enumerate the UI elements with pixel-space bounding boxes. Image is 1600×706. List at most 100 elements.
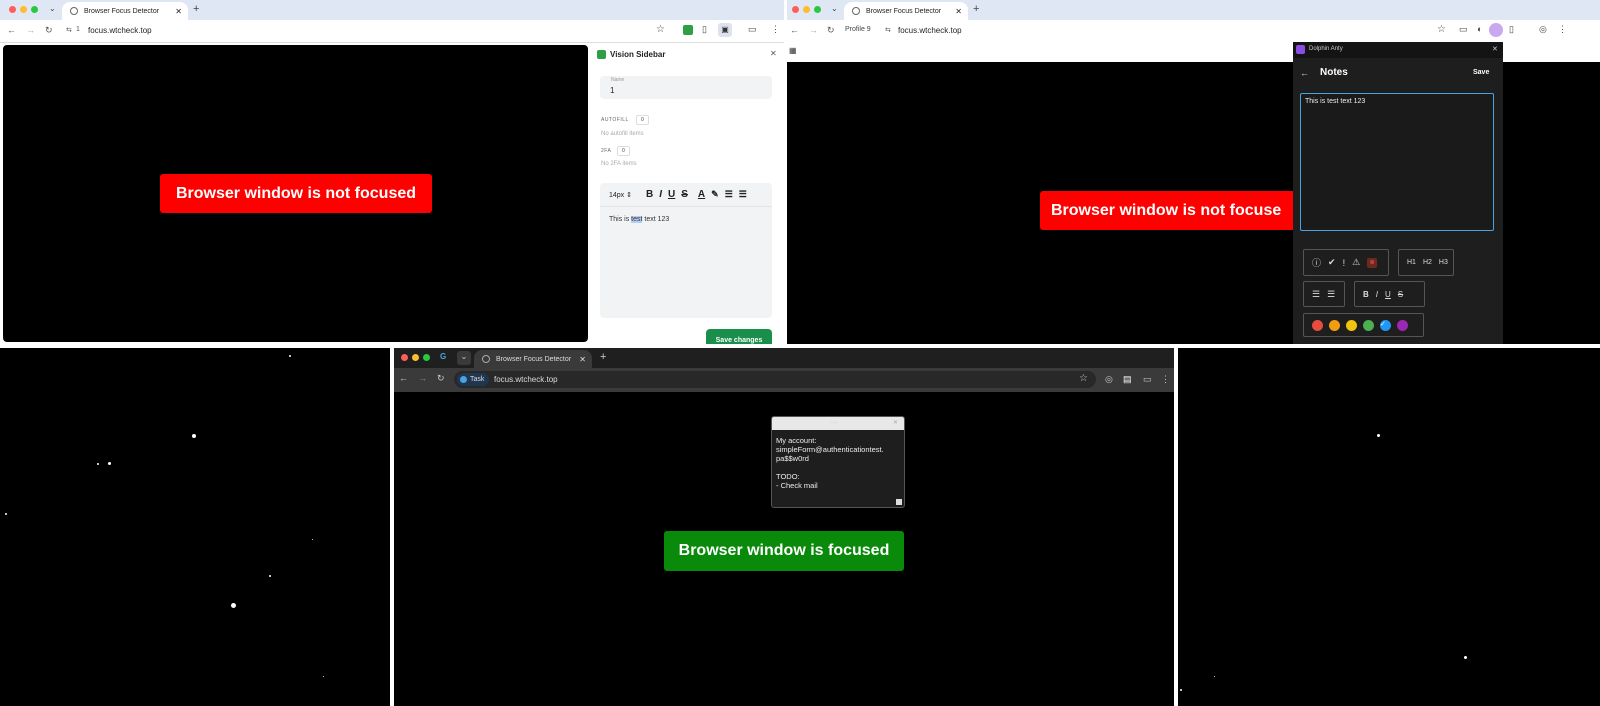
- profile-g-icon[interactable]: G: [440, 352, 446, 361]
- bookmark-star-icon[interactable]: ☆: [1437, 24, 1446, 35]
- ordered-list-icon[interactable]: ☰: [725, 189, 733, 200]
- new-tab-icon[interactable]: +: [193, 3, 199, 15]
- close-window-icon[interactable]: [9, 6, 16, 13]
- check-icon[interactable]: ✔: [1328, 257, 1336, 268]
- bold-icon[interactable]: B: [646, 189, 653, 200]
- heading-2-button[interactable]: H2: [1423, 259, 1432, 266]
- menu-dots-icon[interactable]: ⋮: [1161, 374, 1170, 385]
- apps-grid-icon[interactable]: ▦: [789, 46, 797, 55]
- reload-icon[interactable]: ↻: [45, 25, 53, 36]
- tab-browser-focus-detector[interactable]: Browser Focus Detector ✕: [844, 2, 968, 20]
- tab-browser-focus-detector[interactable]: Browser Focus Detector ✕: [474, 350, 592, 368]
- notes-text: This is test text 123: [1305, 98, 1366, 105]
- dolphin-extension-icon[interactable]: [1489, 23, 1503, 37]
- color-purple-swatch[interactable]: [1397, 319, 1408, 331]
- close-tab-icon[interactable]: ✕: [175, 7, 182, 16]
- autofill-count-badge: 0: [636, 115, 649, 125]
- tab-search-chevron-icon[interactable]: ⌄: [49, 4, 56, 13]
- sidebar-toggle-icon[interactable]: ▣: [718, 23, 732, 37]
- notes-textarea[interactable]: This is test text 123: [1300, 93, 1494, 231]
- note-body[interactable]: My account: simpleForm@authenticationtes…: [776, 436, 884, 490]
- notes-extension-icon[interactable]: ▤: [1123, 374, 1132, 385]
- minimize-window-icon[interactable]: [803, 6, 810, 13]
- error-icon[interactable]: ⊗: [1367, 257, 1378, 268]
- italic-icon[interactable]: I: [659, 189, 662, 200]
- editor-content[interactable]: This is test text 123: [609, 216, 669, 223]
- site-info-icon[interactable]: ⇆: [885, 26, 891, 34]
- forward-arrow-icon[interactable]: →: [809, 25, 818, 35]
- close-tab-icon[interactable]: ✕: [579, 355, 586, 364]
- color-red-swatch[interactable]: [1312, 319, 1323, 331]
- color-green-swatch[interactable]: [1363, 319, 1374, 331]
- bullet-list-icon[interactable]: ☰: [739, 189, 747, 200]
- color-yellow-swatch[interactable]: [1346, 319, 1357, 331]
- account-icon[interactable]: ◎: [1539, 24, 1547, 35]
- back-arrow-icon[interactable]: ←: [1300, 68, 1309, 78]
- camera-icon[interactable]: ▭: [748, 24, 757, 35]
- highlight-icon[interactable]: ✎: [711, 189, 719, 200]
- camera-icon[interactable]: ▭: [1459, 24, 1468, 35]
- bookmark-star-icon[interactable]: ☆: [1079, 373, 1088, 384]
- ordered-list-icon[interactable]: ☰: [1327, 289, 1335, 300]
- close-window-icon[interactable]: [792, 6, 799, 13]
- task-chip[interactable]: Task: [457, 373, 490, 386]
- back-arrow-icon[interactable]: ←: [399, 373, 408, 383]
- text-color-icon[interactable]: A: [698, 189, 705, 200]
- name-field[interactable]: Name 1: [600, 76, 772, 99]
- bookmark-star-icon[interactable]: ☆: [656, 24, 665, 35]
- exclamation-icon[interactable]: !: [1343, 258, 1346, 268]
- url-text[interactable]: focus.wtcheck.top: [898, 26, 962, 35]
- back-arrow-icon[interactable]: ←: [790, 25, 799, 35]
- heading-1-button[interactable]: H1: [1407, 259, 1416, 266]
- tab-search-chevron-icon[interactable]: ⌄: [831, 4, 838, 13]
- extension-green-icon[interactable]: [683, 25, 693, 35]
- tab-browser-focus-detector[interactable]: Browser Focus Detector ✕: [62, 2, 188, 20]
- extension-doc-icon[interactable]: ▯: [702, 24, 707, 35]
- bullet-list-icon[interactable]: ☰: [1312, 289, 1320, 300]
- site-info-icon[interactable]: ⇆: [66, 26, 72, 34]
- close-sidebar-icon[interactable]: ✕: [770, 49, 777, 58]
- underline-icon[interactable]: U: [668, 189, 675, 200]
- save-changes-button[interactable]: Save changes: [706, 329, 772, 344]
- back-arrow-icon[interactable]: ←: [7, 25, 16, 35]
- note-titlebar[interactable]: ‥‥ ✕: [772, 417, 904, 430]
- menu-dots-icon[interactable]: ⋮: [1558, 24, 1567, 35]
- note-line: pa$$w0rd: [776, 454, 809, 463]
- font-size-select[interactable]: 14px ⇕: [609, 191, 632, 199]
- close-tab-icon[interactable]: ✕: [955, 7, 962, 16]
- bold-icon[interactable]: B: [1363, 290, 1369, 299]
- minimize-window-icon[interactable]: [412, 354, 419, 361]
- resize-handle-icon[interactable]: [896, 499, 902, 505]
- maximize-window-icon[interactable]: [31, 6, 38, 13]
- note-close-icon[interactable]: ✕: [893, 419, 898, 426]
- omnibox[interactable]: Task focus.wtcheck.top: [454, 371, 1096, 388]
- menu-dots-icon[interactable]: ⋮: [771, 24, 780, 35]
- underline-icon[interactable]: U: [1385, 290, 1391, 299]
- extension-icon[interactable]: ▭: [1143, 374, 1152, 385]
- italic-icon[interactable]: I: [1376, 290, 1378, 299]
- info-icon[interactable]: ⓘ: [1312, 256, 1321, 269]
- warning-icon[interactable]: ⚠: [1352, 257, 1360, 268]
- new-tab-icon[interactable]: +: [600, 351, 606, 363]
- heading-3-button[interactable]: H3: [1439, 259, 1448, 266]
- maximize-window-icon[interactable]: [814, 6, 821, 13]
- tab-search-chevron-icon[interactable]: ⌄: [457, 351, 471, 365]
- reload-icon[interactable]: ↻: [437, 373, 445, 384]
- forward-arrow-icon[interactable]: →: [26, 25, 35, 35]
- close-notes-icon[interactable]: ✕: [1492, 45, 1498, 53]
- strikethrough-icon[interactable]: S: [681, 189, 688, 200]
- strikethrough-icon[interactable]: S: [1398, 290, 1403, 299]
- minimize-window-icon[interactable]: [20, 6, 27, 13]
- forward-arrow-icon[interactable]: →: [418, 373, 427, 383]
- extensions-puzzle-icon[interactable]: ▯: [1509, 24, 1514, 35]
- new-tab-icon[interactable]: +: [973, 3, 979, 15]
- extension-icon[interactable]: ◐: [1477, 24, 1482, 34]
- reload-icon[interactable]: ↻: [827, 25, 835, 36]
- close-window-icon[interactable]: [401, 354, 408, 361]
- save-button[interactable]: Save: [1473, 69, 1489, 76]
- maximize-window-icon[interactable]: [423, 354, 430, 361]
- url-text[interactable]: focus.wtcheck.top: [88, 26, 152, 35]
- color-orange-swatch[interactable]: [1329, 319, 1340, 331]
- color-blue-swatch-selected[interactable]: ✓: [1380, 319, 1391, 331]
- account-icon[interactable]: ◎: [1105, 374, 1113, 385]
